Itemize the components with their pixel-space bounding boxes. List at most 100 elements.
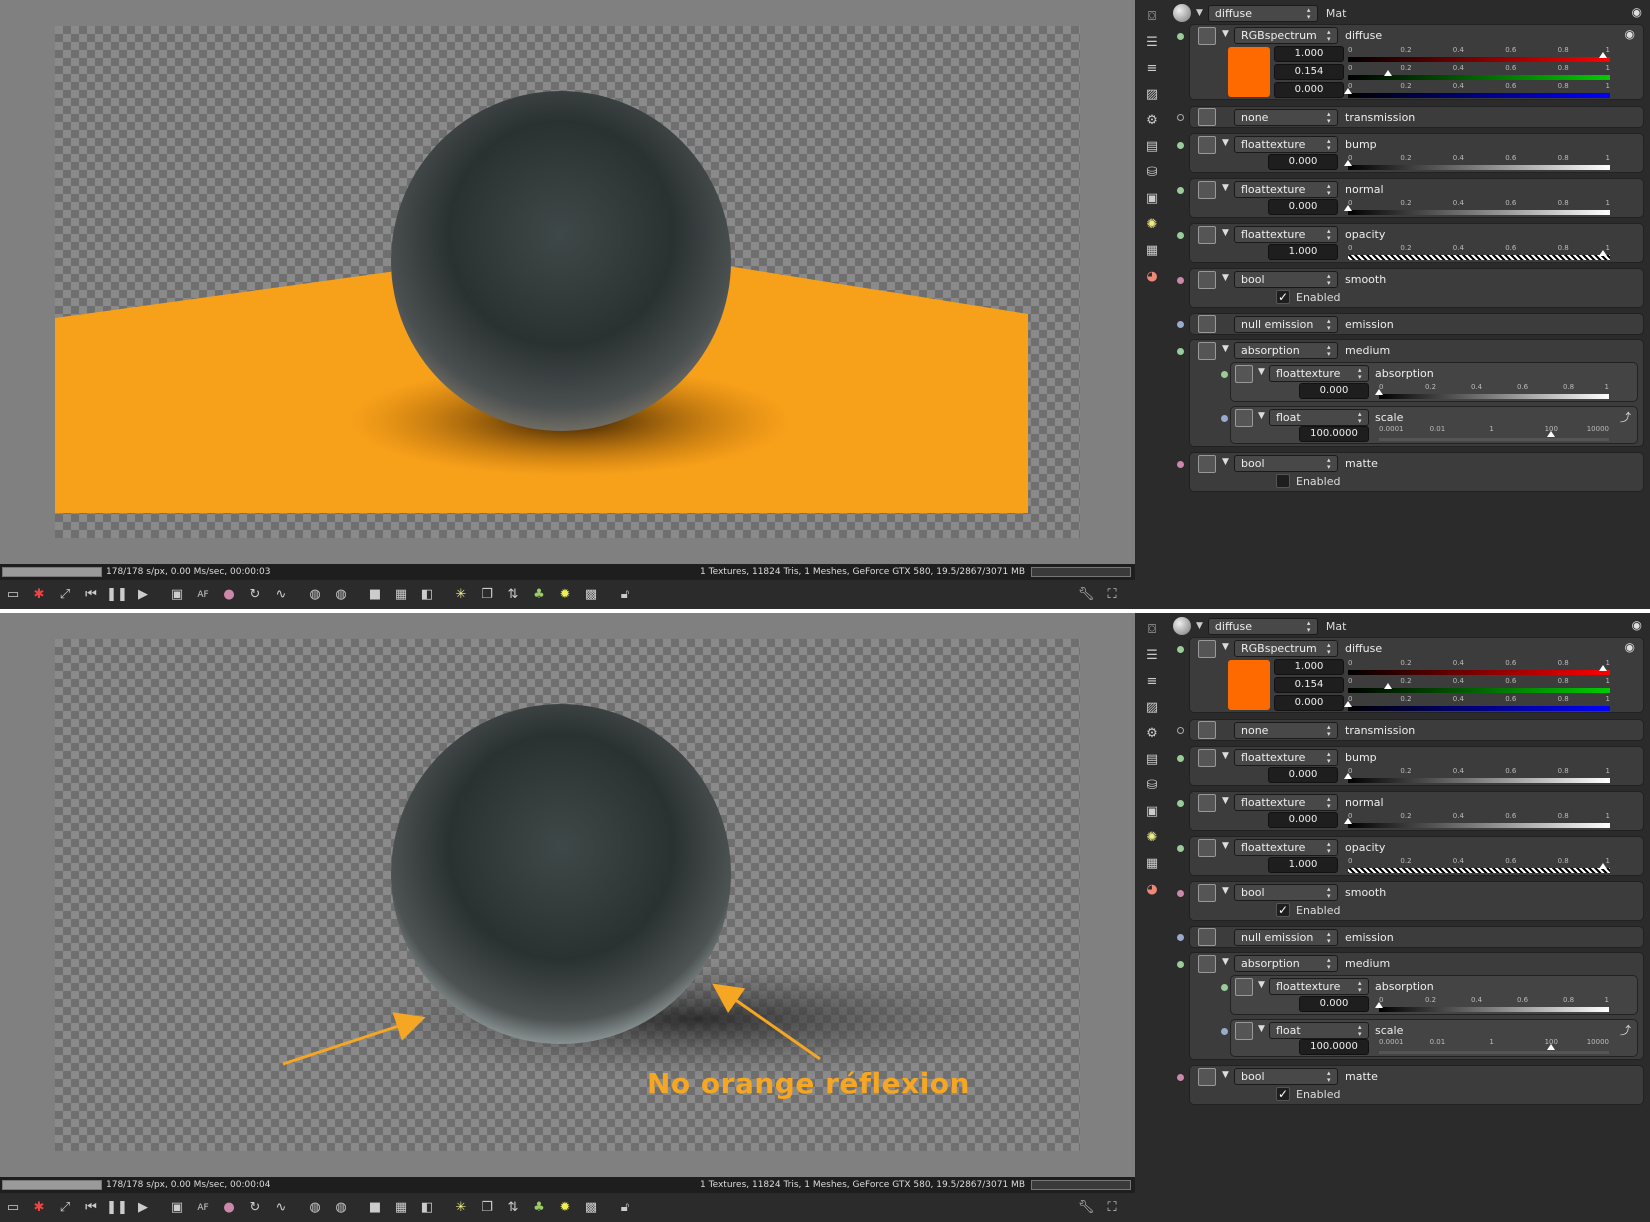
sun-icon[interactable]: ✺ (1141, 214, 1163, 234)
absorption-type-dropdown[interactable]: floattexture (1269, 978, 1369, 995)
bump-ramp[interactable]: 0 0.2 0.4 0.6 0.8 1 (1344, 154, 1610, 170)
stop-icon[interactable]: ✱ (28, 585, 50, 605)
curve-icon[interactable]: ⤴ (1620, 409, 1631, 425)
refresh-icon[interactable]: ↻ (244, 1198, 266, 1218)
collapse-icon[interactable]: ▼ (1196, 621, 1203, 631)
socket-dot[interactable] (1221, 371, 1228, 378)
socket-dot[interactable] (1177, 232, 1184, 239)
socket-dot[interactable] (1177, 461, 1184, 468)
collapse-icon[interactable]: ▼ (1222, 457, 1229, 467)
collapse-icon[interactable]: ▼ (1222, 796, 1229, 806)
absorption-ramp[interactable]: 0 0.2 0.4 0.6 0.8 1 (1375, 383, 1609, 399)
render-region-icon[interactable]: ▭ (2, 1198, 24, 1218)
socket-dot[interactable] (1177, 277, 1184, 284)
square-icon[interactable]: ■ (364, 1198, 386, 1218)
collapse-icon[interactable]: ▼ (1222, 751, 1229, 761)
skip-back-icon[interactable]: ⏮ (80, 1198, 102, 1218)
socket-dot[interactable] (1177, 727, 1184, 734)
bump-type-dropdown[interactable]: floattexture (1234, 136, 1338, 153)
wrench-icon[interactable]: 🔧︎ (1075, 1197, 1097, 1217)
socket-dot[interactable] (1177, 800, 1184, 807)
medium-type-dropdown[interactable]: absorption (1234, 955, 1338, 972)
socket-dot[interactable] (1177, 187, 1184, 194)
texture-icon[interactable]: ▦ (1141, 853, 1163, 873)
collapse-icon[interactable]: ▼ (1258, 1024, 1265, 1034)
shader-dropdown[interactable]: diffuse (1207, 617, 1318, 635)
panel-icon[interactable]: ▤ (1141, 749, 1163, 769)
collapse-icon[interactable]: ▼ (1258, 411, 1265, 421)
play-icon[interactable]: ▶ (132, 1198, 154, 1218)
tree-icon[interactable]: ♣ (528, 1198, 550, 1218)
bump-value[interactable]: 0.000 (1268, 154, 1338, 170)
lock-icon[interactable]: 🔓︎ (614, 585, 636, 605)
socket-dot[interactable] (1221, 415, 1228, 422)
scale-type-dropdown[interactable]: float (1269, 409, 1369, 426)
collapse-icon[interactable]: ▼ (1222, 886, 1229, 896)
absorption-type-dropdown[interactable]: floattexture (1269, 365, 1369, 382)
socket-dot[interactable] (1177, 321, 1184, 328)
color-icon[interactable]: ● (218, 1198, 240, 1218)
bump-ramp[interactable]: 0 0.2 0.4 0.6 0.8 1 (1344, 767, 1610, 783)
collapse-icon[interactable]: ▼ (1258, 980, 1265, 990)
socket-dot[interactable] (1177, 142, 1184, 149)
transmission-type-dropdown[interactable]: none (1234, 722, 1338, 739)
smooth-checkbox[interactable]: ✓ (1276, 903, 1290, 917)
collapse-icon[interactable]: ▼ (1222, 228, 1229, 238)
link-icon[interactable]: ∿ (270, 585, 292, 605)
transmission-type-dropdown[interactable]: none (1234, 109, 1338, 126)
collapse-icon[interactable]: ▼ (1222, 957, 1229, 967)
r-value[interactable]: 1.000 (1274, 46, 1344, 62)
collapse-icon[interactable]: ▼ (1258, 367, 1265, 377)
eye-icon[interactable]: ◉ (1632, 5, 1642, 19)
pause-icon[interactable]: ❚❚ (106, 585, 128, 605)
opacity-type-dropdown[interactable]: floattexture (1234, 839, 1338, 856)
af-icon[interactable]: AF (192, 1198, 214, 1218)
collapse-icon[interactable]: ▼ (1222, 183, 1229, 193)
socket-dot[interactable] (1221, 1028, 1228, 1035)
material-icon[interactable]: ◕ (1141, 879, 1163, 899)
checker-icon[interactable]: ▦ (390, 585, 412, 605)
normal-type-dropdown[interactable]: floattexture (1234, 794, 1338, 811)
collapse-icon[interactable]: ▼ (1222, 841, 1229, 851)
layers-icon[interactable]: ☰ (1141, 645, 1163, 665)
fullscreen-icon[interactable]: ⛶ (1101, 584, 1123, 604)
link-icon[interactable]: ∿ (270, 1198, 292, 1218)
camera-icon[interactable]: ⌼ (1141, 6, 1163, 26)
opacity-ramp[interactable]: 0 0.2 0.4 0.6 0.8 1 (1348, 857, 1610, 873)
stop-icon[interactable]: ✱ (28, 1198, 50, 1218)
image-icon[interactable]: ▩ (580, 1198, 602, 1218)
matte-checkbox[interactable]: ✓ (1276, 1087, 1290, 1101)
diffuse-type-dropdown[interactable]: RGBspectrum (1234, 27, 1338, 44)
diffuse-type-dropdown[interactable]: RGBspectrum (1234, 640, 1338, 657)
light-icon[interactable]: ✹ (554, 585, 576, 605)
panel-icon[interactable]: ▤ (1141, 136, 1163, 156)
b-ramp[interactable]: 0 0.2 0.4 0.6 0.8 1 (1344, 695, 1610, 711)
material-preview-icon[interactable] (1173, 617, 1191, 635)
normal-value[interactable]: 0.000 (1268, 812, 1338, 828)
half-icon[interactable]: ◧ (416, 1198, 438, 1218)
scale-value[interactable]: 100.0000 (1299, 1039, 1369, 1055)
copy-icon[interactable]: ❐ (476, 585, 498, 605)
absorption-value[interactable]: 0.000 (1299, 383, 1369, 399)
picture-icon[interactable]: ▣ (1141, 801, 1163, 821)
scale-ramp[interactable]: 0.0001 0.01 1 100 10000 (1379, 425, 1609, 441)
light-icon[interactable]: ✹ (554, 1198, 576, 1218)
g-value[interactable]: 0.154 (1274, 677, 1344, 693)
socket-dot[interactable] (1177, 890, 1184, 897)
r-value[interactable]: 1.000 (1274, 659, 1344, 675)
fullscreen-icon[interactable]: ⛶ (1101, 1197, 1123, 1217)
matte-type-dropdown[interactable]: bool (1234, 1068, 1338, 1085)
af-icon[interactable]: AF (192, 585, 214, 605)
monitor-icon[interactable]: ▣ (166, 1198, 188, 1218)
smooth-checkbox[interactable]: ✓ (1276, 290, 1290, 304)
resize-icon[interactable]: ⤢ (54, 585, 76, 605)
sphere-icon[interactable]: ◍ (304, 585, 326, 605)
normal-ramp[interactable]: 0 0.2 0.4 0.6 0.8 1 (1344, 199, 1610, 215)
socket-dot[interactable] (1177, 646, 1184, 653)
sun-icon[interactable]: ✺ (1141, 827, 1163, 847)
arrows-icon[interactable]: ⇅ (502, 1198, 524, 1218)
sparkle-icon[interactable]: ✳ (450, 585, 472, 605)
database-icon[interactable]: ⛁ (1141, 775, 1163, 795)
eye-icon[interactable]: ◉ (1625, 27, 1635, 41)
opacity-value[interactable]: 1.000 (1268, 857, 1338, 873)
